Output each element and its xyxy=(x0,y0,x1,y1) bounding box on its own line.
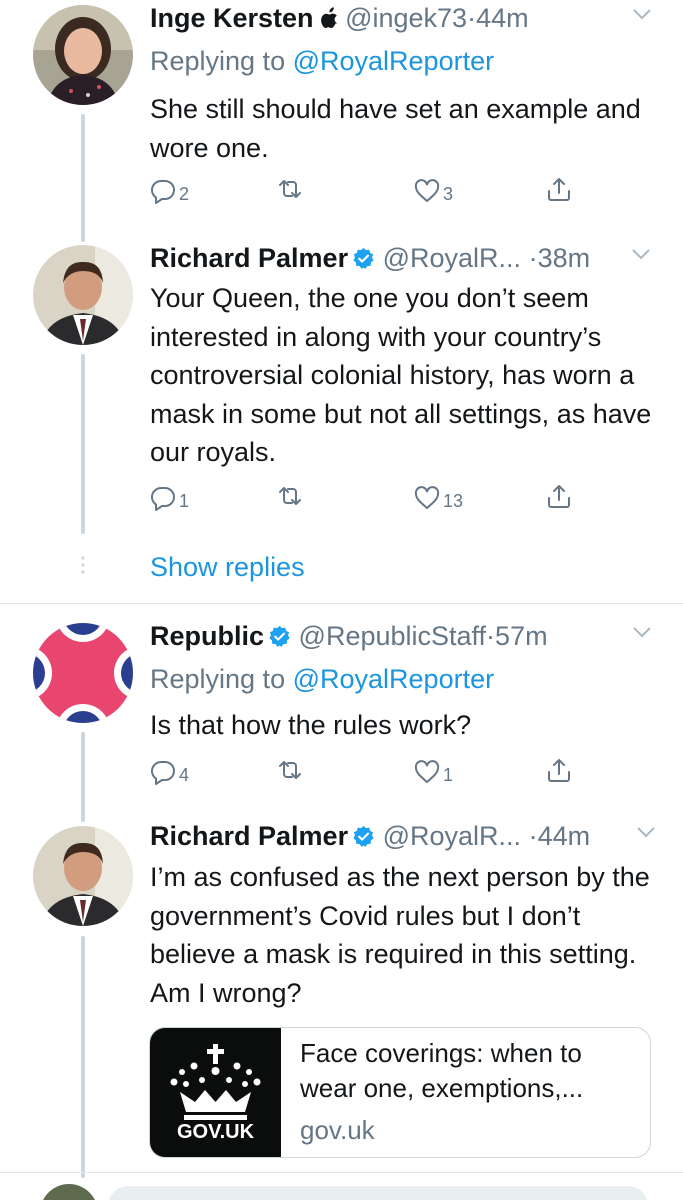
govuk-wordmark: GOV.UK xyxy=(176,1121,255,1143)
like-button[interactable]: 1 xyxy=(414,757,453,786)
like-count: 3 xyxy=(443,184,454,204)
avatar[interactable] xyxy=(33,623,133,723)
tweet-inge-kersten[interactable]: Inge Kersten @ingek73·44m Replying to @R… xyxy=(0,0,683,242)
replying-label: Replying to xyxy=(150,46,286,76)
display-name[interactable]: Richard Palmer xyxy=(150,821,348,851)
thread-line xyxy=(81,936,85,1178)
tweet-republic[interactable]: Republic @RepublicStaff·57m Replying to … xyxy=(0,618,683,822)
avatar[interactable] xyxy=(33,5,133,105)
share-icon xyxy=(548,178,570,201)
timestamp[interactable]: 38m xyxy=(538,243,591,273)
heart-icon xyxy=(414,759,440,783)
avatar[interactable] xyxy=(33,826,133,926)
card-title: Face coverings: when to wear one, exempt… xyxy=(300,1038,584,1103)
heart-icon xyxy=(414,178,440,202)
avatar-image xyxy=(33,245,133,345)
handle[interactable]: @RoyalR... xyxy=(383,243,521,273)
verified-badge-icon xyxy=(353,825,374,847)
separator-dot: · xyxy=(528,243,538,273)
replying-to: Replying to @RoyalReporter xyxy=(150,43,494,79)
retweet-icon xyxy=(279,487,301,505)
share-button[interactable] xyxy=(546,176,572,202)
reply-icon xyxy=(150,486,175,511)
reply-count: 1 xyxy=(179,491,190,511)
handle[interactable]: @RoyalR... xyxy=(383,821,521,851)
tweet-actions: 2 3 xyxy=(150,176,580,206)
tweet-actions: 1 13 xyxy=(150,483,580,513)
thread-line xyxy=(81,354,85,534)
chevron-down-icon[interactable] xyxy=(633,8,651,20)
timestamp[interactable]: 44m xyxy=(538,821,591,851)
link-card[interactable]: GOV.UK Face coverings: when to wear one,… xyxy=(149,1027,651,1158)
divider xyxy=(0,1172,683,1173)
share-button[interactable] xyxy=(546,483,572,509)
share-icon xyxy=(548,485,570,508)
replying-to: Replying to @RoyalReporter xyxy=(150,661,494,697)
reply-count: 4 xyxy=(179,765,190,785)
verified-badge-icon xyxy=(353,247,374,269)
separator-dot: · xyxy=(528,821,538,851)
reply-icon xyxy=(150,760,175,785)
thread-line xyxy=(81,732,85,822)
reply-input[interactable] xyxy=(108,1186,648,1200)
replying-label: Replying to xyxy=(150,664,286,694)
handle[interactable]: @RepublicStaff xyxy=(299,621,487,651)
retweet-icon xyxy=(279,761,301,779)
tweet-text: I’m as confused as the next person by th… xyxy=(150,862,650,1008)
avatar[interactable] xyxy=(33,245,133,345)
retweet-button[interactable] xyxy=(277,483,303,509)
reply-button[interactable]: 2 xyxy=(150,176,189,205)
retweet-icon xyxy=(279,180,301,198)
display-name[interactable]: Richard Palmer xyxy=(150,243,348,273)
chevron-down-icon[interactable] xyxy=(632,248,650,260)
mention-link[interactable]: @RoyalReporter xyxy=(293,664,495,694)
tweet-header: Republic @RepublicStaff·57m xyxy=(150,618,548,654)
divider xyxy=(0,603,683,604)
share-button[interactable] xyxy=(546,757,572,783)
card-domain: gov.uk xyxy=(300,1115,375,1145)
crown-logo-icon xyxy=(170,1044,261,1120)
reply-button[interactable]: 1 xyxy=(150,483,189,512)
tweet-text: Your Queen, the one you don’t seem inter… xyxy=(150,283,652,467)
tweet-actions: 4 1 xyxy=(150,757,580,787)
tweet-richard-palmer-reply[interactable]: Richard Palmer @RoyalR... ·38m Your Quee… xyxy=(0,240,683,534)
republic-logo-icon xyxy=(33,623,133,723)
display-name[interactable]: Republic xyxy=(150,621,264,651)
tweet-header: Richard Palmer @RoyalR... ·38m xyxy=(150,240,590,276)
timestamp[interactable]: 57m xyxy=(495,621,548,651)
verified-badge-icon xyxy=(269,625,290,647)
like-button[interactable]: 3 xyxy=(414,176,453,205)
more-replies-dots-icon xyxy=(81,556,85,574)
reply-icon xyxy=(150,179,175,204)
like-button[interactable]: 13 xyxy=(414,483,463,512)
avatar-image xyxy=(33,5,133,105)
show-replies-link[interactable]: Show replies xyxy=(150,549,305,585)
retweet-button[interactable] xyxy=(277,176,303,202)
mention-link[interactable]: @RoyalReporter xyxy=(293,46,495,76)
apple-icon xyxy=(320,7,337,29)
share-icon xyxy=(548,759,570,782)
current-user-avatar[interactable] xyxy=(40,1184,98,1200)
tweet-text: She still should have set an example and… xyxy=(150,94,641,163)
like-count: 1 xyxy=(443,765,454,785)
retweet-button[interactable] xyxy=(277,757,303,783)
separator-dot: · xyxy=(467,3,477,33)
tweet-header: Richard Palmer @RoyalR... ·44m xyxy=(150,818,590,854)
like-count: 13 xyxy=(443,491,464,511)
avatar-image xyxy=(33,826,133,926)
handle[interactable]: @ingek73 xyxy=(345,3,467,33)
thread-line xyxy=(81,114,85,242)
heart-icon xyxy=(414,485,440,509)
chevron-down-icon[interactable] xyxy=(633,626,651,638)
tweet-header: Inge Kersten @ingek73·44m xyxy=(150,0,529,36)
card-thumbnail: GOV.UK xyxy=(150,1028,281,1157)
tweet-text: Is that how the rules work? xyxy=(150,710,472,740)
reply-button[interactable]: 4 xyxy=(150,757,189,786)
chevron-down-icon[interactable] xyxy=(637,826,655,838)
separator-dot: · xyxy=(486,621,496,651)
display-name[interactable]: Inge Kersten xyxy=(150,3,314,33)
timestamp[interactable]: 44m xyxy=(476,3,529,33)
reply-count: 2 xyxy=(179,184,190,204)
